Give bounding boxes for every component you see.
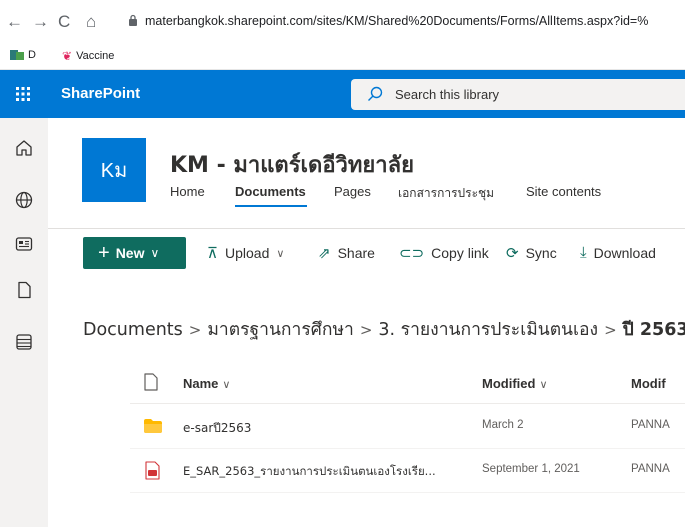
copy-link-label: Copy link — [431, 245, 489, 261]
item-modified: September 1, 2021 — [482, 463, 580, 475]
item-modified-by: PANNA — [631, 419, 670, 431]
home-icon[interactable]: ⌂ — [86, 12, 96, 32]
item-modified-by: PANNA — [631, 463, 670, 475]
bookmarks-bar: D ❦ Vaccine — [0, 44, 685, 70]
breadcrumb-current: ปี 2563 — [622, 320, 685, 340]
plus-icon: + — [98, 242, 110, 264]
table-row[interactable]: E_SAR_2563_รายงานการประเมินตนเองโรงเรีย.… — [130, 449, 685, 493]
list-icon[interactable] — [14, 332, 34, 352]
chevron-right-icon: > — [188, 321, 202, 339]
search-icon — [368, 86, 383, 101]
news-icon[interactable] — [14, 234, 34, 254]
item-modified: March 2 — [482, 419, 524, 431]
sync-button[interactable]: ⟳ Sync — [506, 244, 557, 262]
upload-icon: ⊼ — [207, 245, 218, 262]
nav-documents[interactable]: Documents — [235, 184, 306, 199]
chevron-right-icon: > — [359, 321, 373, 339]
breadcrumb-item[interactable]: มาตรฐานการศึกษา — [207, 320, 353, 340]
sync-icon: ⟳ — [506, 245, 519, 262]
file-icon[interactable] — [14, 280, 34, 300]
column-name-label: Name — [183, 376, 219, 391]
nav-home[interactable]: Home — [170, 184, 205, 199]
new-button[interactable]: + New ∨ — [83, 237, 186, 269]
search-box[interactable]: Search this library — [351, 79, 685, 110]
share-label: Share — [337, 245, 375, 261]
download-button[interactable]: ⤓ Download — [580, 244, 656, 261]
lock-icon[interactable] — [128, 14, 138, 26]
left-rail — [0, 118, 48, 527]
pdf-file-icon — [145, 461, 160, 480]
column-header-name[interactable]: Name ∨ — [183, 376, 230, 391]
download-label: Download — [593, 244, 656, 261]
chevron-right-icon: > — [604, 321, 617, 339]
site-logo[interactable]: Kม — [82, 138, 146, 202]
sharepoint-brand[interactable]: SharePoint — [61, 85, 140, 102]
address-url[interactable]: materbangkok.sharepoint.com/sites/KM/Sha… — [145, 14, 648, 28]
breadcrumb-item[interactable]: 3. รายงานการประเมินตนเอง — [378, 320, 598, 340]
browser-address-bar: ← → C ⌂ materbangkok.sharepoint.com/site… — [0, 0, 685, 44]
share-icon: ⇗ — [318, 245, 331, 262]
download-icon: ⤓ — [580, 244, 587, 261]
new-label: New — [115, 245, 145, 261]
suite-bar: SharePoint Search this library — [0, 70, 685, 118]
active-nav-underline — [235, 205, 307, 207]
site-title[interactable]: KM - มาแตร์เดอีวิทยาลัย — [170, 147, 414, 182]
breadcrumb-item[interactable]: Documents — [83, 320, 183, 340]
upload-label: Upload — [224, 245, 270, 261]
share-button[interactable]: ⇗ Share — [318, 244, 375, 262]
header-divider — [48, 228, 685, 229]
bookmark-vaccine-label: Vaccine — [76, 50, 115, 62]
forward-icon[interactable]: → — [32, 12, 49, 32]
home-rail-icon[interactable] — [14, 138, 34, 158]
folder-icon — [144, 419, 162, 433]
bookmark-d[interactable]: D — [10, 49, 36, 61]
chevron-down-icon: ∨ — [222, 379, 231, 391]
item-name[interactable]: E_SAR_2563_รายงานการประเมินตนเองโรงเรีย.… — [183, 463, 436, 481]
file-type-icon[interactable] — [144, 373, 158, 391]
back-icon[interactable]: ← — [6, 12, 23, 32]
search-placeholder: Search this library — [395, 87, 500, 102]
globe-icon[interactable] — [14, 190, 34, 210]
column-header-modified[interactable]: Modified ∨ — [482, 376, 548, 391]
chevron-down-icon: ∨ — [276, 247, 285, 260]
nav-pages[interactable]: Pages — [334, 184, 371, 199]
bookmark-vaccine[interactable]: ❦ Vaccine — [62, 49, 114, 63]
item-name[interactable]: e-sarปี2563 — [183, 419, 251, 438]
reload-icon[interactable]: C — [58, 12, 70, 32]
upload-button[interactable]: ⊼ Upload ∨ — [207, 244, 284, 262]
list-header: Name ∨ Modified ∨ Modif — [130, 362, 685, 404]
nav-meeting-docs[interactable]: เอกสารการประชุม — [398, 184, 494, 203]
chevron-down-icon: ∨ — [539, 379, 548, 391]
vaccine-icon: ❦ — [62, 49, 73, 63]
sync-label: Sync — [525, 245, 557, 261]
link-icon: ⊂⊃ — [399, 245, 425, 262]
table-row[interactable]: e-sarปี2563 March 2 PANNA — [130, 405, 685, 449]
breadcrumb: Documents > มาตรฐานการศึกษา >3. รายงานการปร… — [83, 315, 685, 343]
column-header-modified-by[interactable]: Modif — [631, 376, 666, 391]
copy-link-button[interactable]: ⊂⊃ Copy link — [399, 244, 489, 262]
teams-icon — [10, 50, 24, 60]
column-modified-label: Modified — [482, 376, 536, 391]
nav-site-contents[interactable]: Site contents — [526, 184, 601, 199]
app-launcher-icon[interactable] — [0, 70, 46, 118]
bookmark-d-label: D — [28, 49, 36, 61]
chevron-down-icon: ∨ — [150, 246, 160, 260]
